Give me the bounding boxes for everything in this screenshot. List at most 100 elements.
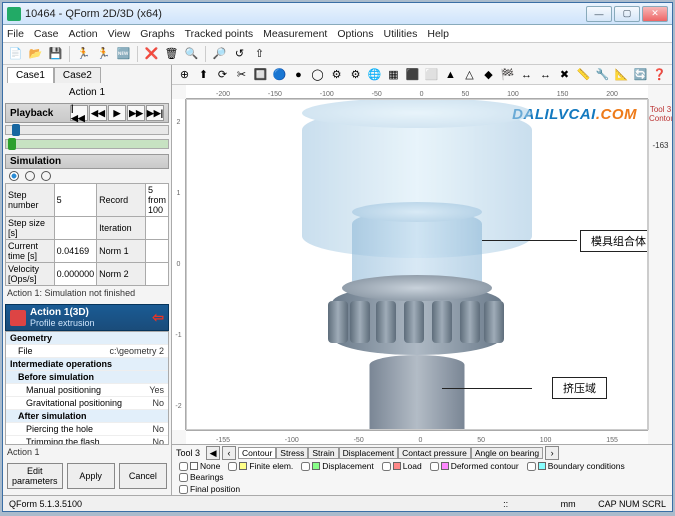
toolbar-btn-9[interactable]: 🔎	[211, 45, 228, 62]
vtoolbar-btn-21[interactable]: 📏	[575, 66, 592, 83]
toolbar-btn-8[interactable]: 🔍	[183, 45, 200, 62]
vtoolbar-btn-18[interactable]: ↔	[518, 66, 535, 83]
menu-graphs[interactable]: Graphs	[140, 28, 174, 40]
vtoolbar-btn-24[interactable]: 🔄	[632, 66, 649, 83]
toolbar-btn-1[interactable]: 📂	[27, 45, 44, 62]
vtoolbar-btn-10[interactable]: 🌐	[366, 66, 383, 83]
check-displacement[interactable]: Displacement	[298, 461, 377, 471]
vtoolbar-btn-14[interactable]: ▲	[442, 66, 459, 83]
result-tab-stress[interactable]: Stress	[276, 447, 308, 459]
tab-case2[interactable]: Case2	[54, 67, 101, 83]
legend-bearings[interactable]: Bearings	[176, 472, 227, 482]
check-load[interactable]: Load	[379, 461, 425, 471]
vtoolbar-btn-8[interactable]: ⚙	[328, 66, 345, 83]
vtoolbar-btn-9[interactable]: ⚙	[347, 66, 364, 83]
check-boundary-conditions[interactable]: Boundary conditions	[524, 461, 628, 471]
parameter-tree[interactable]: GeometryFilec:\geometry 2Intermediate op…	[5, 331, 169, 445]
result-tab-contact-pressure[interactable]: Contact pressure	[398, 447, 471, 459]
param-cell[interactable]	[146, 263, 169, 286]
menu-measurement[interactable]: Measurement	[263, 28, 327, 40]
vtoolbar-btn-17[interactable]: 🏁	[499, 66, 516, 83]
vtoolbar-btn-20[interactable]: ✖	[556, 66, 573, 83]
vtoolbar-btn-25[interactable]: ❓	[651, 66, 668, 83]
vtoolbar-btn-19[interactable]: ↔	[537, 66, 554, 83]
tree-node[interactable]: Before simulation	[6, 371, 168, 384]
vtoolbar-btn-5[interactable]: 🔵	[271, 66, 288, 83]
result-tab-strain[interactable]: Strain	[308, 447, 338, 459]
vtoolbar-btn-12[interactable]: ⬛	[404, 66, 421, 83]
check-deformed-contour[interactable]: Deformed contour	[427, 461, 522, 471]
sim-radio-1[interactable]	[9, 171, 19, 181]
vtoolbar-btn-7[interactable]: ◯	[309, 66, 326, 83]
toolbar-btn-5[interactable]: 🆕	[115, 45, 132, 62]
menu-tracked-points[interactable]: Tracked points	[185, 28, 253, 40]
vtoolbar-btn-23[interactable]: 📐	[613, 66, 630, 83]
toolbar-btn-6[interactable]: ❌	[143, 45, 160, 62]
playback-first-button[interactable]: |◀◀	[70, 105, 88, 121]
result-nav-next[interactable]: ›	[545, 446, 559, 460]
vtoolbar-btn-11[interactable]: ▦	[385, 66, 402, 83]
param-cell[interactable]: 5	[54, 184, 97, 217]
playback-play-button[interactable]: ▶	[108, 105, 126, 121]
check-none[interactable]: None	[176, 461, 223, 471]
result-tab-contour[interactable]: Contour	[238, 447, 276, 459]
tree-node[interactable]: Manual positioningYes	[6, 384, 168, 397]
toolbar-btn-2[interactable]: 💾	[47, 45, 64, 62]
tree-node[interactable]: Piercing the holeNo	[6, 423, 168, 436]
vtoolbar-btn-6[interactable]: ●	[290, 66, 307, 83]
toolbar-btn-11[interactable]: ⇧	[251, 45, 268, 62]
tree-node[interactable]: After simulation	[6, 410, 168, 423]
tree-node[interactable]: Gravitational positioningNo	[6, 397, 168, 410]
tree-node[interactable]: Trimming the flashNo	[6, 436, 168, 445]
vtoolbar-btn-3[interactable]: ✂	[233, 66, 250, 83]
param-cell[interactable]	[146, 217, 169, 240]
toolbar-btn-3[interactable]: 🏃	[75, 45, 92, 62]
playback-prev-button[interactable]: ◀◀	[89, 105, 107, 121]
canvas-3d[interactable]: DALILVCAI.COM	[186, 99, 648, 430]
sim-radio-3[interactable]	[41, 171, 51, 181]
close-button[interactable]: ✕	[642, 6, 668, 22]
menu-case[interactable]: Case	[34, 28, 59, 40]
tree-node[interactable]: Geometry	[6, 332, 168, 345]
vtoolbar-btn-16[interactable]: ◆	[480, 66, 497, 83]
toolbar-btn-0[interactable]: 📄	[7, 45, 24, 62]
menu-action[interactable]: Action	[68, 28, 97, 40]
result-nav-first[interactable]: ◀	[206, 446, 220, 460]
vtoolbar-btn-13[interactable]: ⬜	[423, 66, 440, 83]
menu-view[interactable]: View	[108, 28, 131, 40]
result-nav-prev[interactable]: ‹	[222, 446, 236, 460]
playback-slider-2[interactable]	[5, 139, 169, 149]
playback-last-button[interactable]: ▶▶|	[146, 105, 164, 121]
result-tab-displacement[interactable]: Displacement	[339, 447, 399, 459]
vtoolbar-btn-1[interactable]: ⬆	[195, 66, 212, 83]
sim-radio-2[interactable]	[25, 171, 35, 181]
vtoolbar-btn-0[interactable]: ⊕	[176, 66, 193, 83]
vtoolbar-btn-4[interactable]: 🔲	[252, 66, 269, 83]
toolbar-btn-7[interactable]: 🗑	[163, 45, 180, 62]
toolbar-btn-10[interactable]: ↺	[231, 45, 248, 62]
tree-node[interactable]: Filec:\geometry 2	[6, 345, 168, 358]
vtoolbar-btn-22[interactable]: 🔧	[594, 66, 611, 83]
toolbar-btn-4[interactable]: 🏃	[95, 45, 112, 62]
param-cell[interactable]: 0.04169	[54, 240, 97, 263]
menu-utilities[interactable]: Utilities	[384, 28, 418, 40]
action-header[interactable]: Action 1(3D) Profile extrusion ⇦	[5, 304, 169, 331]
menu-options[interactable]: Options	[337, 28, 373, 40]
vtoolbar-btn-15[interactable]: △	[461, 66, 478, 83]
playback-slider[interactable]	[5, 125, 169, 135]
tab-case1[interactable]: Case1	[7, 67, 54, 83]
param-cell[interactable]: 5 from 100	[146, 184, 169, 217]
menu-file[interactable]: File	[7, 28, 24, 40]
edit-parameters-button[interactable]: Edit parameters	[7, 463, 63, 489]
maximize-button[interactable]: ▢	[614, 6, 640, 22]
vtoolbar-btn-2[interactable]: ⟳	[214, 66, 231, 83]
cancel-button[interactable]: Cancel	[119, 463, 167, 489]
apply-button[interactable]: Apply	[67, 463, 115, 489]
result-tab-angle-on-bearing[interactable]: Angle on bearing	[471, 447, 543, 459]
menu-help[interactable]: Help	[427, 28, 449, 40]
param-cell[interactable]	[146, 240, 169, 263]
check-finite-elem-[interactable]: Finite elem.	[225, 461, 296, 471]
playback-next-button[interactable]: ▶▶	[127, 105, 145, 121]
legend-final-position[interactable]: Final position	[176, 484, 243, 494]
param-cell[interactable]	[54, 217, 97, 240]
